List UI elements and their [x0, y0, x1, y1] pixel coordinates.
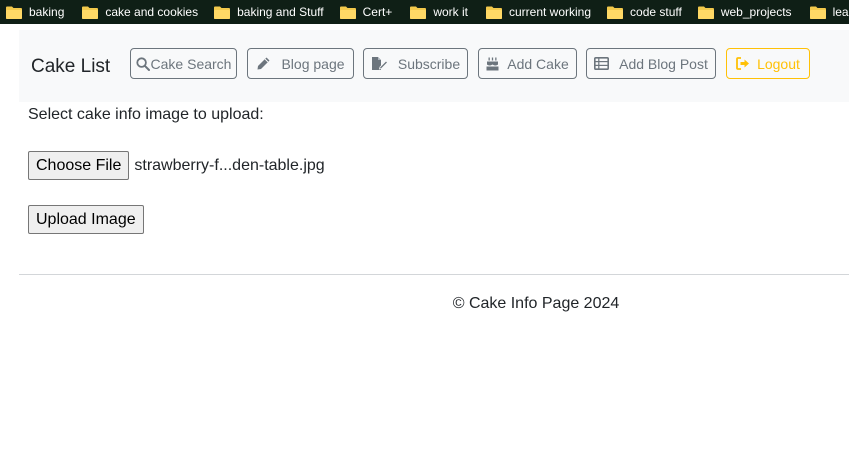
- file-signature-icon: [371, 56, 388, 71]
- upload-image-button[interactable]: Upload Image: [28, 205, 144, 234]
- footer-divider: [19, 274, 849, 275]
- pencil-icon: [256, 56, 271, 71]
- bookmark-label: web_projects: [720, 5, 792, 19]
- brand-link[interactable]: Cake List: [31, 55, 110, 79]
- folder-icon: [410, 6, 427, 19]
- logout-button[interactable]: Logout: [726, 48, 810, 79]
- bookmark-web-projects[interactable]: web_projects: [690, 0, 800, 24]
- blog-page-label: Blog page: [281, 55, 345, 72]
- folder-icon: [809, 6, 826, 19]
- subscribe-label: Subscribe: [397, 55, 461, 72]
- folder-icon: [82, 6, 99, 19]
- bookmark-label: baking: [29, 5, 65, 19]
- add-blog-post-label: Add Blog Post: [619, 55, 708, 72]
- bookmark-label: lea: [832, 5, 849, 19]
- navbar: Cake List Cake Search Blog page Subscrib…: [19, 30, 849, 102]
- search-icon: [135, 56, 150, 71]
- upload-instructions: Select cake info image to upload:: [28, 106, 264, 123]
- folder-icon: [214, 6, 231, 19]
- add-cake-label: Add Cake: [507, 55, 569, 72]
- choose-file-button[interactable]: Choose File: [28, 151, 130, 180]
- blog-page-button[interactable]: Blog page: [247, 48, 354, 79]
- bookmark-cert[interactable]: Cert+: [332, 0, 401, 24]
- logout-label: Logout: [757, 55, 800, 72]
- bookmark-baking[interactable]: baking: [0, 0, 72, 24]
- folder-icon: [607, 6, 624, 19]
- bookmark-current-working[interactable]: current working: [476, 0, 599, 24]
- selected-file-name: strawberry-f...den-table.jpg: [134, 156, 325, 174]
- bookmark-work-it[interactable]: work it: [400, 0, 476, 24]
- list-table-icon: [594, 57, 610, 70]
- cake-search-label: Cake Search: [150, 55, 232, 72]
- cake-search-button[interactable]: Cake Search: [130, 48, 237, 79]
- bookmark-label: code stuff: [630, 5, 682, 19]
- folder-icon: [339, 6, 356, 19]
- folder-icon: [6, 6, 22, 19]
- bookmark-label: current working: [508, 5, 592, 19]
- birthday-cake-icon: [486, 57, 499, 71]
- bookmark-lea[interactable]: lea: [800, 0, 849, 24]
- bookmark-label: Cert+: [362, 5, 393, 19]
- folder-icon: [697, 6, 714, 19]
- footer-copyright: © Cake Info Page 2024: [452, 295, 620, 312]
- file-input[interactable]: Choose File strawberry-f...den-table.jpg: [28, 151, 325, 180]
- subscribe-button[interactable]: Subscribe: [363, 48, 468, 79]
- folder-icon: [485, 6, 502, 19]
- bookmark-code-stuff[interactable]: code stuff: [599, 0, 690, 24]
- bookmark-baking-and-stuff[interactable]: baking and Stuff: [206, 0, 332, 24]
- sign-out-icon: [736, 57, 750, 70]
- add-cake-button[interactable]: Add Cake: [478, 48, 577, 79]
- bookmark-label: cake and cookies: [105, 5, 199, 19]
- bookmark-label: baking and Stuff: [237, 5, 324, 19]
- bookmark-cake-and-cookies[interactable]: cake and cookies: [72, 0, 206, 24]
- bookmarks-bar: baking cake and cookies baking and Stuff…: [0, 0, 849, 24]
- bookmark-label: work it: [433, 5, 468, 19]
- add-blog-post-button[interactable]: Add Blog Post: [586, 48, 716, 79]
